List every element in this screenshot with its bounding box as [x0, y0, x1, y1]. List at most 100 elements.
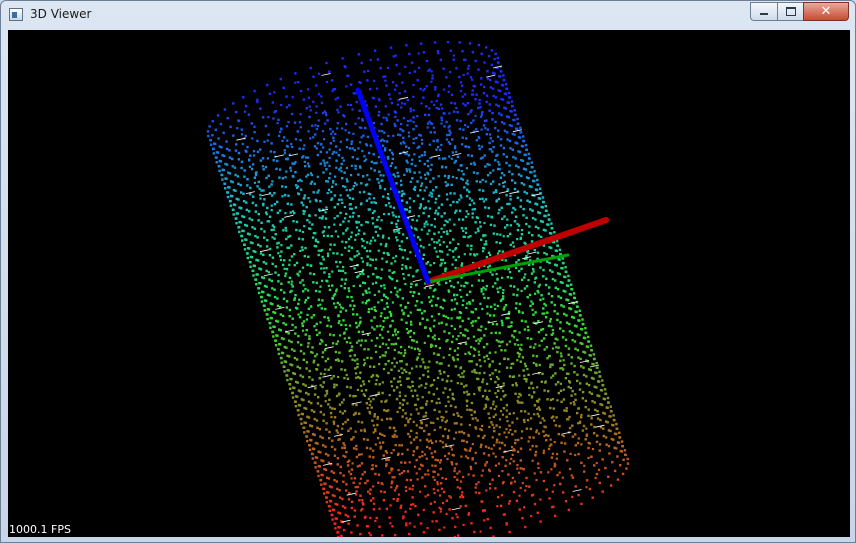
point-2529	[564, 500, 568, 503]
title-bar[interactable]: 3D Viewer ✕	[1, 1, 855, 30]
point-2063	[521, 356, 525, 359]
point-31	[211, 119, 215, 123]
point-2699	[417, 52, 420, 55]
point-3977	[426, 400, 429, 403]
point-907	[454, 258, 457, 262]
point-3743	[484, 327, 487, 330]
point-65	[440, 116, 443, 119]
point-3189	[498, 183, 501, 186]
point-4149	[459, 505, 462, 508]
point-2969	[262, 189, 265, 192]
maximize-button[interactable]	[777, 2, 803, 21]
point-3618	[376, 375, 380, 378]
point-800	[369, 264, 372, 267]
close-button[interactable]: ✕	[803, 2, 849, 21]
point-4154	[396, 499, 399, 502]
point-3665	[355, 372, 358, 375]
point-574	[390, 221, 393, 224]
point-3782	[403, 399, 406, 402]
point-852	[436, 255, 439, 258]
point-259	[253, 131, 256, 134]
app-window-icon[interactable]	[9, 8, 23, 21]
point-3689	[354, 394, 357, 398]
point-2690	[237, 119, 240, 122]
point-3052	[497, 160, 500, 164]
point-3292	[325, 279, 328, 282]
point-1029	[307, 307, 311, 310]
point-3161	[445, 193, 449, 196]
point-3112	[330, 190, 333, 193]
point-997	[437, 194, 441, 198]
point-cloud-scene[interactable]	[8, 30, 850, 537]
point-1861	[471, 417, 474, 420]
point-3009	[333, 217, 336, 220]
point-2133	[587, 414, 590, 417]
point-3993	[421, 450, 424, 453]
point-1148	[263, 309, 266, 312]
point-2524	[613, 469, 617, 473]
point-2172	[481, 380, 484, 384]
point-2023	[563, 409, 566, 412]
point-793	[477, 229, 480, 233]
point-900	[531, 216, 535, 220]
point-1160	[366, 241, 369, 244]
point-1714	[316, 363, 320, 367]
point-3515	[496, 304, 499, 307]
point-2998	[396, 171, 399, 174]
point-3123	[495, 190, 498, 193]
point-1669	[471, 299, 475, 302]
point-266	[352, 92, 356, 95]
point-655	[325, 168, 328, 171]
point-1992	[315, 419, 319, 422]
point-1301	[443, 330, 446, 333]
normal-tick-35	[352, 401, 362, 405]
point-740	[430, 238, 434, 241]
normal-tick-27	[498, 191, 509, 194]
point-1324	[318, 290, 321, 293]
point-3256	[458, 198, 461, 201]
point-352	[346, 194, 350, 197]
point-47	[420, 42, 423, 45]
point-2834	[321, 112, 324, 115]
point-2549	[334, 522, 337, 525]
point-1780	[461, 319, 464, 323]
point-2854	[335, 151, 338, 154]
point-1386	[409, 266, 412, 269]
point-693	[290, 255, 294, 258]
point-6	[471, 89, 474, 92]
point-2276	[366, 438, 369, 441]
point-3642	[391, 362, 394, 365]
point-2582	[601, 490, 604, 493]
point-490	[364, 126, 367, 130]
point-4263	[595, 461, 598, 465]
point-4011	[415, 472, 418, 475]
point-3679	[550, 325, 553, 328]
point-3768	[447, 375, 450, 378]
point-4004	[537, 432, 541, 435]
point-3210	[433, 225, 437, 228]
point-2648	[373, 79, 376, 82]
point-836	[517, 166, 520, 169]
point-2516	[602, 427, 605, 430]
point-2089	[418, 467, 421, 471]
point-2486	[369, 533, 372, 537]
point-3022	[444, 157, 447, 160]
point-489	[347, 131, 351, 134]
point-2818	[448, 133, 451, 136]
point-1309	[321, 351, 325, 354]
point-3397	[502, 235, 505, 238]
point-3031	[372, 222, 375, 225]
point-3544	[479, 329, 482, 332]
3d-viewport[interactable]: 1000.1 FPS	[8, 30, 850, 537]
point-3373	[489, 253, 492, 257]
point-1329	[390, 262, 393, 265]
point-3598	[338, 334, 342, 337]
point-3772	[488, 374, 491, 377]
minimize-button[interactable]	[750, 2, 777, 21]
point-1298	[489, 314, 492, 317]
point-1550	[355, 313, 359, 316]
point-575	[374, 225, 377, 229]
point-3387	[298, 298, 301, 301]
point-1064	[550, 222, 553, 225]
point-2020	[588, 391, 591, 394]
